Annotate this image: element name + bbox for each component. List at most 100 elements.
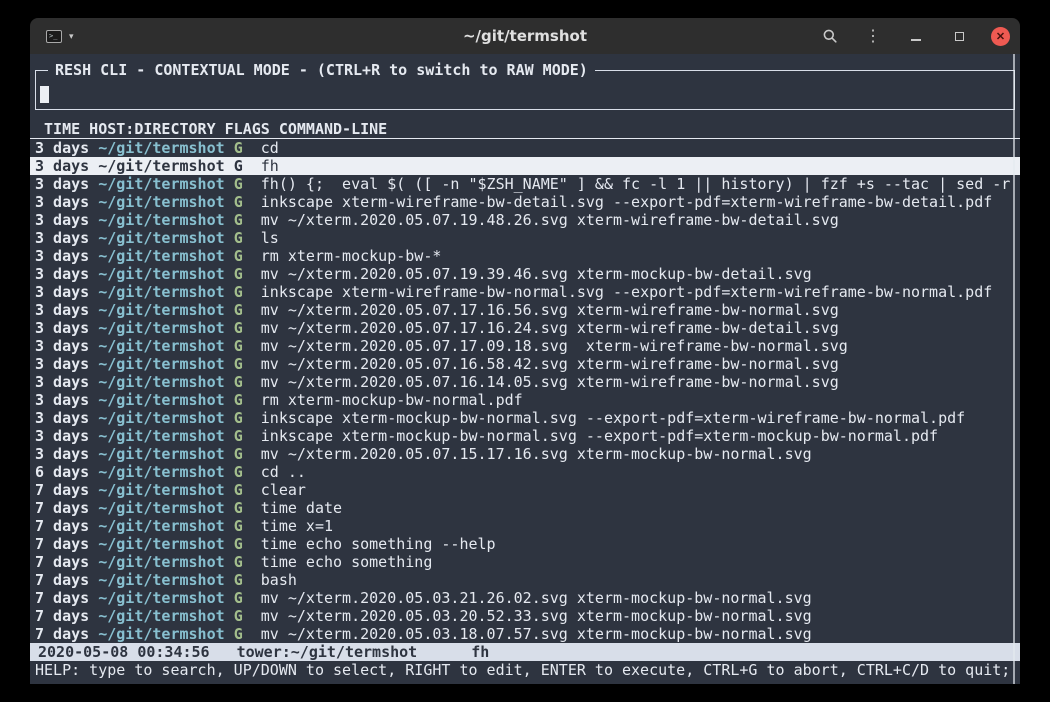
history-row[interactable]: 3 days ~/git/termshot G mv ~/xterm.2020.… — [30, 355, 1020, 373]
history-row[interactable]: 3 days ~/git/termshot G inkscape xterm-m… — [30, 409, 1020, 427]
row-directory: ~/git/termshot — [98, 571, 224, 589]
history-row[interactable]: 3 days ~/git/termshot G fh — [30, 157, 1020, 175]
row-time: 3 days — [35, 427, 89, 445]
history-row[interactable]: 3 days ~/git/termshot G mv ~/xterm.2020.… — [30, 373, 1020, 391]
history-row[interactable]: 3 days ~/git/termshot G cd — [30, 139, 1020, 157]
row-command: mv ~/xterm.2020.05.07.19.39.46.svg xterm… — [261, 265, 812, 283]
history-row[interactable]: 3 days ~/git/termshot G inkscape xterm-m… — [30, 427, 1020, 445]
row-flags: G — [234, 355, 243, 373]
window-title: ~/git/termshot — [250, 27, 800, 45]
status-datetime: 2020-05-08 00:34:56 — [38, 643, 210, 661]
row-time: 7 days — [35, 607, 89, 625]
history-row[interactable]: 3 days ~/git/termshot G mv ~/xterm.2020.… — [30, 337, 1020, 355]
row-flags: G — [234, 535, 243, 553]
row-command: mv ~/xterm.2020.05.03.18.07.57.svg xterm… — [261, 625, 812, 643]
history-row[interactable]: 7 days ~/git/termshot G time x=1 — [30, 517, 1020, 535]
history-row[interactable]: 3 days ~/git/termshot G inkscape xterm-w… — [30, 283, 1020, 301]
row-command: cd .. — [261, 463, 306, 481]
row-flags: G — [234, 247, 243, 265]
row-command: mv ~/xterm.2020.05.07.15.17.16.svg xterm… — [261, 445, 812, 463]
row-time: 3 days — [35, 391, 89, 409]
history-row[interactable]: 3 days ~/git/termshot G fh() {; eval $( … — [30, 175, 1020, 193]
status-bar: 2020-05-08 00:34:56 tower:~/git/termshot f… — [30, 643, 1020, 661]
row-time: 7 days — [35, 589, 89, 607]
row-command: rm xterm-mockup-bw-* — [261, 247, 442, 265]
row-directory: ~/git/termshot — [98, 499, 224, 517]
history-row[interactable]: 7 days ~/git/termshot G clear — [30, 481, 1020, 499]
history-row[interactable]: 7 days ~/git/termshot G bash — [30, 571, 1020, 589]
row-time: 3 days — [35, 337, 89, 355]
close-icon: ✕ — [996, 30, 1005, 43]
row-time: 7 days — [35, 499, 89, 517]
row-time: 3 days — [35, 283, 89, 301]
row-time: 3 days — [35, 211, 89, 229]
menu-button[interactable]: ⋮ — [862, 25, 884, 47]
row-time: 3 days — [35, 319, 89, 337]
history-row[interactable]: 3 days ~/git/termshot G mv ~/xterm.2020.… — [30, 265, 1020, 283]
restore-button[interactable] — [948, 25, 970, 47]
scrollbar[interactable] — [1013, 54, 1015, 684]
history-row[interactable]: 7 days ~/git/termshot G time echo someth… — [30, 535, 1020, 553]
minimize-button[interactable] — [905, 25, 927, 47]
row-directory: ~/git/termshot — [98, 535, 224, 553]
row-flags: G — [234, 175, 243, 193]
row-directory: ~/git/termshot — [98, 427, 224, 445]
row-command: ls — [261, 229, 279, 247]
row-directory: ~/git/termshot — [98, 481, 224, 499]
row-time: 7 days — [35, 535, 89, 553]
table-header: TIME HOST:DIRECTORY FLAGS COMMAND-LINE — [30, 120, 1020, 139]
row-command: fh — [261, 157, 279, 175]
titlebar[interactable]: ▾ ~/git/termshot ⋮ ✕ — [30, 18, 1020, 54]
row-time: 3 days — [35, 157, 89, 175]
row-flags: G — [234, 607, 243, 625]
row-command: inkscape xterm-wireframe-bw-normal.svg -… — [261, 283, 993, 301]
history-row[interactable]: 3 days ~/git/termshot G mv ~/xterm.2020.… — [30, 319, 1020, 337]
row-command: time date — [261, 499, 342, 517]
history-row[interactable]: 3 days ~/git/termshot G mv ~/xterm.2020.… — [30, 445, 1020, 463]
history-row[interactable]: 7 days ~/git/termshot G mv ~/xterm.2020.… — [30, 607, 1020, 625]
history-row[interactable]: 3 days ~/git/termshot G mv ~/xterm.2020.… — [30, 301, 1020, 319]
status-command: fh — [471, 643, 489, 661]
row-command: mv ~/xterm.2020.05.07.19.48.26.svg xterm… — [261, 211, 839, 229]
row-time: 6 days — [35, 463, 89, 481]
row-flags: G — [234, 391, 243, 409]
row-command: inkscape xterm-wireframe-bw-detail.svg -… — [261, 193, 993, 211]
search-input-box[interactable]: RESH CLI - CONTEXTUAL MODE - (CTRL+R to … — [35, 70, 1015, 110]
history-row[interactable]: 3 days ~/git/termshot G rm xterm-mockup-… — [30, 247, 1020, 265]
history-row[interactable]: 7 days ~/git/termshot G time date — [30, 499, 1020, 517]
row-command: mv ~/xterm.2020.05.07.17.16.24.svg xterm… — [261, 319, 839, 337]
row-command: rm xterm-mockup-bw-normal.pdf — [261, 391, 523, 409]
history-row[interactable]: 6 days ~/git/termshot G cd .. — [30, 463, 1020, 481]
row-directory: ~/git/termshot — [98, 157, 224, 175]
row-flags: G — [234, 139, 243, 157]
row-directory: ~/git/termshot — [98, 607, 224, 625]
close-button[interactable]: ✕ — [991, 27, 1010, 46]
history-row[interactable]: 7 days ~/git/termshot G time echo someth… — [30, 553, 1020, 571]
row-directory: ~/git/termshot — [98, 391, 224, 409]
chevron-down-icon: ▾ — [69, 31, 74, 42]
row-command: mv ~/xterm.2020.05.03.20.52.33.svg xterm… — [261, 607, 812, 625]
row-time: 7 days — [35, 625, 89, 643]
history-row[interactable]: 3 days ~/git/termshot G mv ~/xterm.2020.… — [30, 211, 1020, 229]
mode-title: RESH CLI - CONTEXTUAL MODE - (CTRL+R to … — [48, 61, 595, 79]
minimize-icon — [911, 39, 921, 41]
terminal-window: ▾ ~/git/termshot ⋮ ✕ — [30, 18, 1020, 684]
row-directory: ~/git/termshot — [98, 247, 224, 265]
row-flags: G — [234, 427, 243, 445]
history-row[interactable]: 3 days ~/git/termshot G inkscape xterm-w… — [30, 193, 1020, 211]
history-row[interactable]: 3 days ~/git/termshot G ls — [30, 229, 1020, 247]
row-time: 3 days — [35, 265, 89, 283]
row-command: inkscape xterm-mockup-bw-normal.svg --ex… — [261, 427, 938, 445]
status-host-directory: tower:~/git/termshot — [237, 643, 418, 661]
history-row[interactable]: 3 days ~/git/termshot G rm xterm-mockup-… — [30, 391, 1020, 409]
row-directory: ~/git/termshot — [98, 319, 224, 337]
row-flags: G — [234, 193, 243, 211]
search-button[interactable] — [819, 25, 841, 47]
app-menu-button[interactable]: ▾ — [40, 27, 80, 46]
row-flags: G — [234, 373, 243, 391]
row-flags: G — [234, 481, 243, 499]
terminal-app-icon — [46, 30, 62, 43]
history-row[interactable]: 7 days ~/git/termshot G mv ~/xterm.2020.… — [30, 625, 1020, 643]
row-command: time echo something — [261, 553, 433, 571]
history-row[interactable]: 7 days ~/git/termshot G mv ~/xterm.2020.… — [30, 589, 1020, 607]
